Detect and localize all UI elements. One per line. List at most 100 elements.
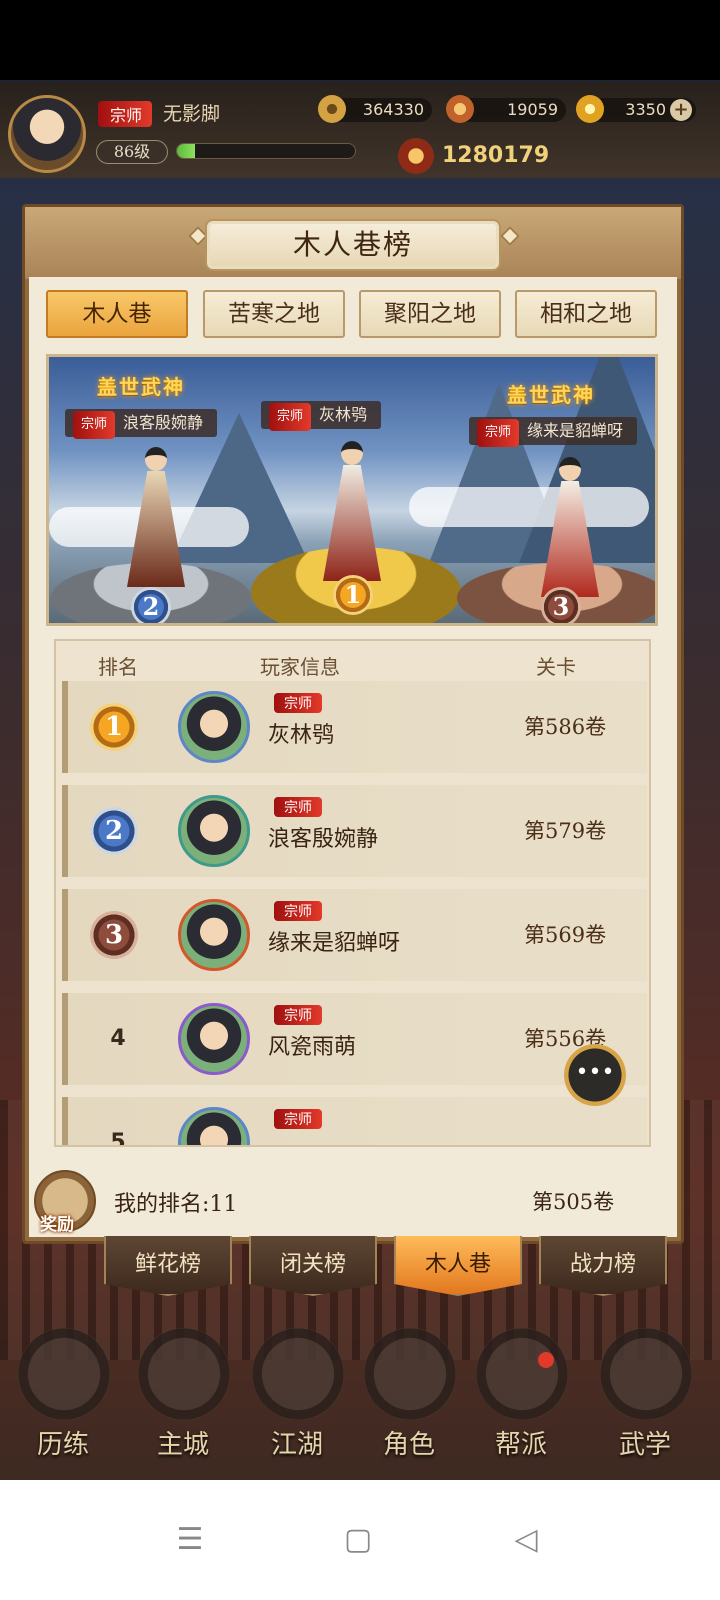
player-name: 灰林鸮 [268,723,335,748]
stage-value: 第579卷 [524,819,607,843]
nav-label: 角色 [382,1430,435,1460]
currency-gem[interactable]: 19059 [446,95,566,123]
rank-1-medal-icon: 1 [90,703,138,751]
tab-xianghe[interactable]: 相和之地 [515,290,657,338]
gold-ingot-icon [576,95,604,123]
avatar[interactable] [178,1003,250,1075]
crown-title-second: 盖世武神 [97,375,185,399]
player-level: 86级 [96,140,168,164]
copper-coin-icon [318,95,346,123]
rank-2-medal-icon: 2 [131,587,171,623]
training-icon [18,1328,110,1420]
podium-title-badge: 宗师 [477,419,520,447]
column-header-stage: 关卡 [536,655,576,679]
add-gold-icon[interactable]: + [670,99,692,121]
table-row[interactable]: 4 宗师 风瓷雨萌 第556卷 [62,993,647,1085]
combat-power-value: 1280179 [442,143,550,168]
crown-title-third: 盖世武神 [507,383,595,407]
cloud [409,487,649,527]
nav-main-city[interactable]: 主城 [130,1328,236,1468]
table-row[interactable]: 5 宗师 [62,1097,647,1147]
martial-arts-icon [600,1328,692,1420]
my-rank-text: 我的排名:11 [114,1192,238,1217]
podium-title-badge: 宗师 [73,411,116,439]
podium-name-third: 宗师 缘来是貂蝉呀 [469,417,638,447]
character-robe [323,465,381,581]
avatar[interactable] [178,1107,250,1145]
podium-title-badge: 宗师 [269,403,312,431]
currency-copper-value: 364330 [362,100,424,119]
character-robe [127,471,185,587]
tab-juyang[interactable]: 聚阳之地 [359,290,501,338]
podium-player-name: 缘来是貂蝉呀 [527,421,624,440]
nav-character[interactable]: 角色 [356,1328,462,1468]
city-icon [138,1328,230,1420]
nav-label: 江湖 [270,1430,323,1460]
nav-label: 帮派 [494,1430,547,1460]
gem-icon [446,95,474,123]
reward-label[interactable]: 奖励 [40,1210,74,1235]
back-icon[interactable]: ◁ [496,1510,556,1570]
tab-kuhan[interactable]: 苦寒之地 [203,290,345,338]
character-robe [541,481,599,597]
character-icon [364,1328,456,1420]
tab-muren-ranking[interactable]: 木人巷 [394,1236,522,1296]
nav-guild[interactable]: 帮派 [468,1328,574,1468]
stage-value: 第569卷 [524,923,607,947]
avatar[interactable] [178,795,250,867]
player-title-badge: 宗师 [274,901,322,921]
rank-number: 4 [110,1026,126,1051]
rank-number: 5 [110,1130,126,1147]
currency-gold[interactable]: 3350 + [576,95,696,123]
rank-3-medal-icon: 3 [541,587,581,623]
third-place-character[interactable] [535,457,605,597]
nav-training[interactable]: 历练 [10,1328,116,1468]
player-title-badge: 宗师 [274,1109,322,1129]
player-name: 无影脚 [163,103,221,125]
rank-1-medal-icon: 1 [333,575,373,615]
tab-seclusion-ranking[interactable]: 闭关榜 [249,1236,377,1296]
player-name: 浪客殷婉静 [268,827,379,852]
podium-name-first: 宗师 灰林鸮 [261,401,382,431]
avatar[interactable] [178,691,250,763]
guild-icon [476,1328,568,1420]
tab-power-ranking[interactable]: 战力榜 [539,1236,667,1296]
character-head [341,441,363,465]
nav-martial-arts[interactable]: 武学 [592,1328,698,1468]
currency-copper[interactable]: 364330 [318,95,432,123]
second-place-character[interactable] [121,447,191,587]
rank-2-medal-icon: 2 [90,807,138,855]
top-three-podium: 盖世武神 盖世武神 宗师 浪客殷婉静 宗师 灰林鸮 宗师 缘来是貂蝉呀 2 1 3 [46,354,658,626]
stage-value: 第586卷 [524,715,607,739]
podium-player-name: 灰林鸮 [319,405,368,424]
table-row[interactable]: 1 宗师 灰林鸮 第586卷 [62,681,647,773]
menu-icon[interactable]: ☰ [160,1510,220,1570]
player-title-badge: 宗师 [274,693,322,713]
podium-name-second: 宗师 浪客殷婉静 [65,409,218,439]
player-title-badge: 宗师 [274,1005,322,1025]
player-avatar[interactable] [8,95,86,173]
my-stage-value: 第505卷 [532,1190,615,1214]
ranking-table[interactable]: 排名 玩家信息 关卡 1 宗师 灰林鸮 第586卷 2 宗师 浪客殷婉静 第57… [54,639,651,1147]
tab-flower-ranking[interactable]: 鲜花榜 [104,1236,232,1296]
table-row[interactable]: 3 宗师 缘来是貂蝉呀 第569卷 [62,889,647,981]
combat-power-icon [390,130,442,182]
player-title-badge: 宗师 [98,101,153,127]
panel-title-box: 木人巷榜 [205,219,501,271]
jianghu-icon [252,1328,344,1420]
exp-bar [176,143,356,159]
first-place-character[interactable] [317,441,387,581]
currency-gem-value: 19059 [507,100,558,119]
nav-label: 主城 [156,1430,209,1460]
home-icon[interactable]: ▢ [328,1510,388,1570]
tab-muren-lane[interactable]: 木人巷 [46,290,188,338]
avatar[interactable] [178,899,250,971]
exp-bar-fill [177,144,195,158]
player-name: 缘来是貂蝉呀 [268,931,401,956]
nav-jianghu[interactable]: 江湖 [244,1328,350,1468]
table-row[interactable]: 2 宗师 浪客殷婉静 第579卷 [62,785,647,877]
podium-player-name: 浪客殷婉静 [123,413,204,432]
chat-button[interactable]: ••• [564,1044,626,1106]
column-header-player-info: 玩家信息 [260,655,340,679]
rank-3-medal-icon: 3 [90,911,138,959]
